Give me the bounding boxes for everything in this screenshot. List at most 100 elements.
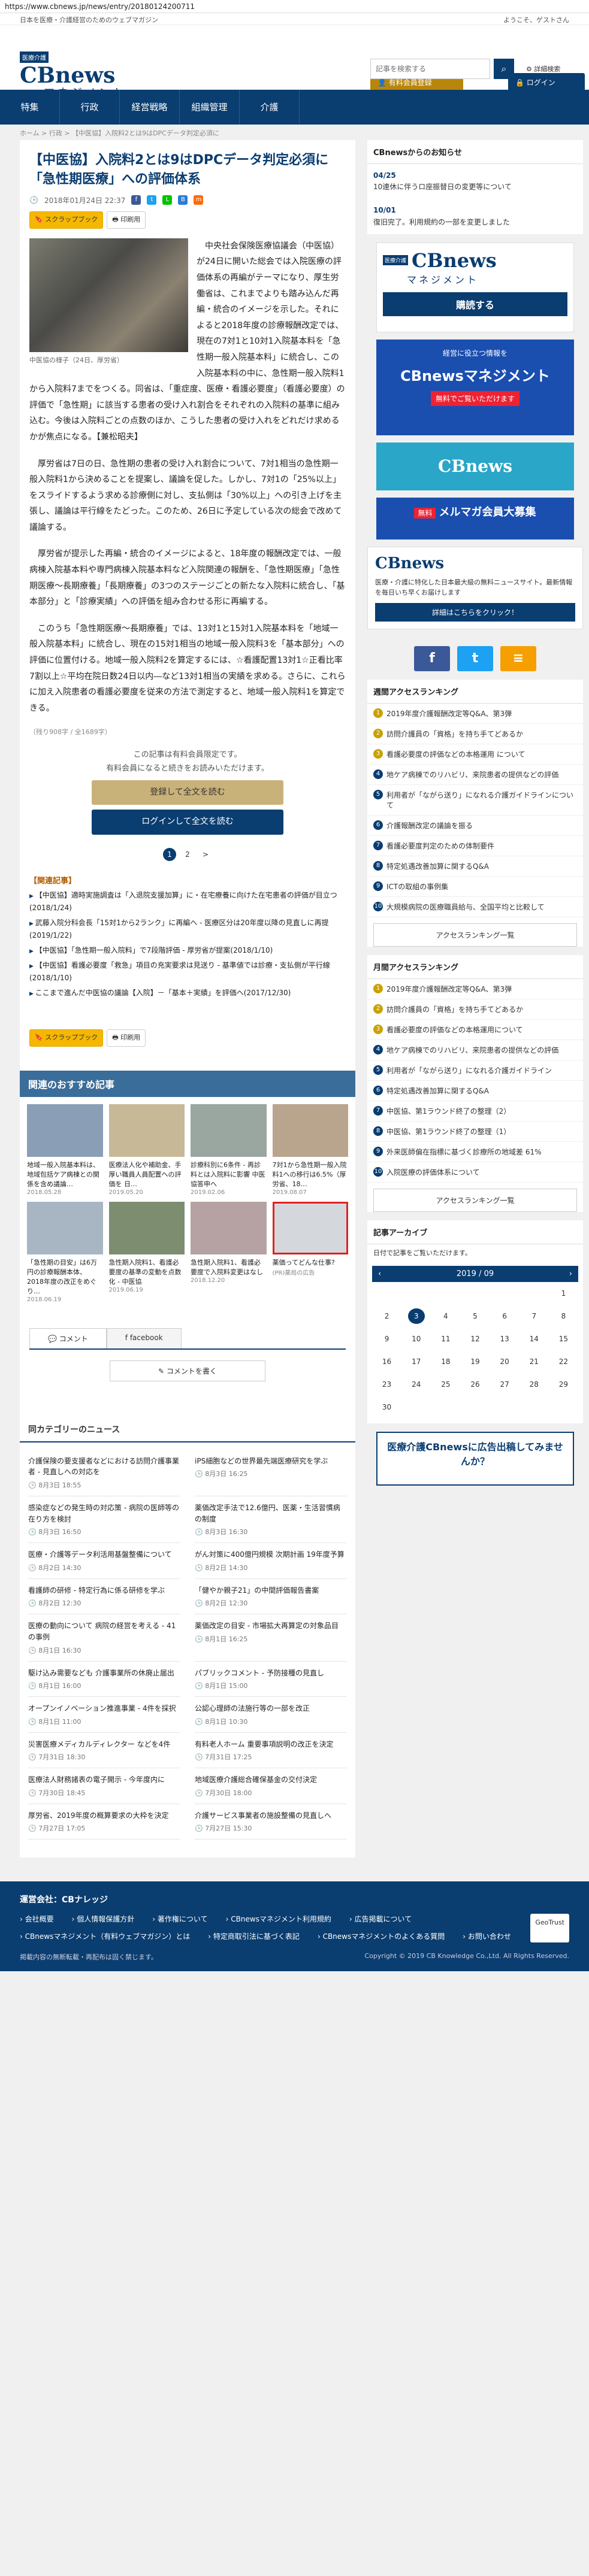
calendar-day[interactable]: 1 — [549, 1282, 578, 1305]
ranking-item[interactable]: 9 外来医師偏在指標に基づく診療所の地域差 61% — [367, 1142, 583, 1162]
ranking-item[interactable]: 8 特定処遇改善加算に関するQ&A — [367, 856, 583, 877]
nav-item-admin[interactable]: 行政 — [60, 90, 120, 125]
print-button[interactable]: 🖶 印刷用 — [107, 1029, 146, 1047]
recommend-item[interactable]: 薬価ってどんな仕事? (PR)薬局の広告 — [272, 1202, 348, 1303]
calendar-day[interactable]: 5 — [460, 1305, 490, 1328]
nav-item-feature[interactable]: 特集 — [0, 90, 60, 125]
calendar-day[interactable]: 17 — [401, 1350, 431, 1373]
nav-item-strategy[interactable]: 経営戦略 — [120, 90, 180, 125]
ranking-item[interactable]: 10 大規模病院の医療職員給与、全国平均と比較して — [367, 897, 583, 917]
recommend-item[interactable]: 地域一般入院基本料は、地域包括ケア病棟との関係を含め議論… 2018.05.28 — [27, 1104, 103, 1196]
ad4-button[interactable]: 詳細はこちらをクリック！ — [375, 602, 575, 622]
print-button[interactable]: 🖶 印刷用 — [107, 211, 146, 229]
related-link[interactable]: 【中医協】適時実施調査は「入退院支援加算」に・在宅療養に向けた在宅患者の評価が目… — [29, 889, 346, 914]
footer-link[interactable]: › CBnewsマネジメント（有料ウェブマガジン）とは — [20, 1931, 190, 1942]
news-item[interactable]: 有料老人ホーム 重要事項説明の改正を決定 🕒 7月31日 17:25 — [195, 1733, 347, 1769]
mixi-share-icon[interactable]: m — [194, 195, 204, 205]
ranking-item[interactable]: 6 特定処遇改善加算に関するQ&A — [367, 1081, 583, 1101]
recommend-item[interactable]: 医療法人化や補助金、手厚い職員人員配置への評価を 日… 2019.05.20 — [108, 1104, 185, 1196]
news-item[interactable]: 災害医療メディカルディレクター などを4件 🕒 7月31日 18:30 — [28, 1733, 180, 1769]
tab-comment[interactable]: 💬 コメント — [29, 1328, 107, 1348]
recommend-item[interactable]: 急性期入院料1、看護必要度の基準の変動を点数化 - 中医協 2019.06.19 — [108, 1202, 185, 1303]
calendar-day[interactable]: 14 — [519, 1328, 549, 1350]
news-item[interactable]: 感染症などの発生時の対応策 - 病院の医師等の在り方を検討 🕒 8月3日 16:5… — [28, 1496, 180, 1544]
news-item[interactable]: iPS細胞などの世界最先端医療研究を学ぶ 🕒 8月3日 16:25 — [195, 1450, 347, 1496]
ranking-item[interactable]: 7 看護必要度判定のための体制要件 — [367, 836, 583, 856]
news-item[interactable]: 介護サービス事業者の施設整備の見直しへ 🕒 7月27日 15:30 — [195, 1804, 347, 1840]
calendar-day[interactable]: 28 — [519, 1373, 549, 1396]
related-link[interactable]: 【中医協】看護必要度「救急」項目の充実要求は見送り - 基準値では診療・支払側が… — [29, 959, 346, 984]
detail-search-link[interactable]: ⚙ 詳細検索 — [526, 64, 560, 74]
news-item[interactable]: がん対策に400億円規模 次期計画 19年度予算 🕒 8月2日 14:30 — [195, 1543, 347, 1579]
footer-link[interactable]: › 特定商取引法に基づく表記 — [208, 1931, 300, 1942]
page-2[interactable]: 2 — [181, 848, 194, 861]
calendar-day[interactable]: 19 — [460, 1350, 490, 1373]
search-input[interactable] — [370, 59, 490, 79]
ranking-item[interactable]: 9 ICTの取組の事例集 — [367, 877, 583, 897]
tab-facebook[interactable]: f facebook — [106, 1328, 182, 1348]
ad-management[interactable]: 医療介護 CBnews マネジメント 購読する — [376, 242, 574, 332]
related-link[interactable]: 【中医協】「急性期一般入院料」で7段階評価 - 厚労省が提案(2018/1/10… — [29, 944, 346, 957]
recommend-item[interactable]: 急性期入院料1、看護必要度で入院料変更はなし 2018.12.20 — [191, 1202, 267, 1303]
chevron-left-icon[interactable]: ‹ — [378, 1269, 381, 1278]
news-item[interactable]: 介護保険の要支援者などにおける訪問介護事業者 - 見直しへの対応を 🕒 8月3日 … — [28, 1450, 180, 1496]
ranking-item[interactable]: 1 2019年度介護報酬改定等Q&A、第3弾 — [367, 979, 583, 999]
calendar-day[interactable]: 6 — [490, 1305, 519, 1328]
calendar-day[interactable]: 15 — [549, 1328, 578, 1350]
twitter-icon[interactable]: t — [457, 645, 493, 671]
calendar-day[interactable]: 21 — [519, 1350, 549, 1373]
calendar-day[interactable]: 7 — [519, 1305, 549, 1328]
calendar-day[interactable]: 10 — [401, 1328, 431, 1350]
calendar-day[interactable]: 20 — [490, 1350, 519, 1373]
facebook-share-icon[interactable]: f — [131, 195, 141, 205]
nav-item-org[interactable]: 組織管理 — [180, 90, 240, 125]
notice-item[interactable]: 10/01 復旧完了。利用規約の一部を変更しました — [367, 199, 583, 234]
chevron-right-icon[interactable]: › — [569, 1269, 572, 1278]
news-item[interactable]: 薬価改定の目安 - 市場拡大再算定の対象品目 🕒 8月1日 16:25 — [195, 1614, 347, 1662]
calendar-day[interactable]: 11 — [431, 1328, 460, 1350]
footer-link[interactable]: › 個人情報保護方針 — [72, 1914, 135, 1925]
scrapbook-button[interactable]: 🔖 スクラップブック — [29, 211, 104, 229]
news-item[interactable]: 医療の動向について 病院の経営を考える - 41の事例 🕒 8月1日 16:30 — [28, 1614, 180, 1662]
calendar-day[interactable]: 29 — [549, 1373, 578, 1396]
facebook-icon[interactable]: f — [414, 645, 450, 671]
ranking-item[interactable]: 5 利用者が「ながら送り」になれる介護ガイドライン — [367, 1060, 583, 1081]
footer-link[interactable]: › お問い合わせ — [463, 1931, 511, 1942]
calendar-day[interactable]: 9 — [372, 1328, 401, 1350]
calendar-day[interactable]: 30 — [372, 1396, 401, 1419]
calendar-day[interactable]: 23 — [372, 1373, 401, 1396]
calendar-day[interactable]: 3 — [407, 1308, 425, 1324]
monthly-ranking-more[interactable]: アクセスランキング一覧 — [373, 1188, 577, 1212]
related-link[interactable]: 武藤入院分科会長「15対1から2ランク」に再編へ - 医療区分は20年度以降の見… — [29, 917, 346, 942]
write-comment-button[interactable]: ✎ コメントを書く — [110, 1360, 265, 1381]
breadcrumb[interactable]: ホーム > 行政 > 【中医協】入院料2とは9はDPCデータ判定必須に — [0, 125, 589, 140]
page-1[interactable]: 1 — [163, 848, 176, 862]
site-logo[interactable]: 医療介護 CBnews マネジメント — [20, 43, 140, 99]
ranking-item[interactable]: 1 2019年度介護報酬改定等Q&A、第3弾 — [367, 704, 583, 724]
ad-mailmag[interactable]: 無料 メルマガ会員大募集 — [376, 497, 574, 540]
news-item[interactable]: 医療法人財務諸表の電子開示 - 今年度内に 🕒 7月30日 18:45 — [28, 1768, 180, 1804]
calendar-day[interactable]: 18 — [431, 1350, 460, 1373]
ranking-item[interactable]: 2 訪問介護員の「資格」を持ち手てどあるか — [367, 724, 583, 744]
news-item[interactable]: パブリックコメント - 予防接種の見直し 🕒 8月1日 15:00 — [195, 1662, 347, 1698]
recommend-item[interactable]: 診療科別に6条件 - 再診料とは入院料に影響 中医協答申へ 2019.02.06 — [191, 1104, 267, 1196]
ad-advertise[interactable]: 医療介護CBnewsに広告出稿してみませんか？ — [376, 1431, 574, 1486]
calendar-day[interactable]: 25 — [431, 1373, 460, 1396]
ranking-item[interactable]: 4 地ケア病棟でのリハビリ、来院患者の提供などの評価 — [367, 765, 583, 785]
news-item[interactable]: 「健やか親子21」の中間評価報告書案 🕒 8月2日 12:30 — [195, 1579, 347, 1615]
ranking-item[interactable]: 4 地ケア病棟でのリハビリ、来院患者の提供などの評価 — [367, 1040, 583, 1060]
recommend-item[interactable]: 「急性期の目安」は6万円の診療報酬本体、2018年度の改正をめぐり… 2018.0… — [27, 1202, 103, 1303]
news-item[interactable]: 駆け込み需要なども 介護事業所の休廃止届出 🕒 8月1日 16:00 — [28, 1662, 180, 1698]
news-item[interactable]: オープンイノベーション推進事業 - 4件を採択 🕒 8月1日 11:00 — [28, 1697, 180, 1733]
news-item[interactable]: 医療・介護等データ利活用基盤整備について 🕒 8月2日 14:30 — [28, 1543, 180, 1579]
calendar-day[interactable]: 8 — [549, 1305, 578, 1328]
ad-banner[interactable]: CBnews — [376, 442, 574, 490]
ssl-badge[interactable]: GeoTrust — [530, 1914, 569, 1943]
nav-item-care[interactable]: 介護 — [240, 90, 300, 125]
line-share-icon[interactable]: L — [162, 195, 173, 205]
ranking-item[interactable]: 2 訪問介護員の「資格」を持ち手てどあるか — [367, 999, 583, 1020]
calendar-day[interactable]: 16 — [372, 1350, 401, 1373]
footer-link[interactable]: › 広告掲載について — [349, 1914, 412, 1925]
calendar-day[interactable]: 4 — [431, 1305, 460, 1328]
footer-link[interactable]: › CBnewsマネジメントのよくある質問 — [318, 1931, 445, 1942]
